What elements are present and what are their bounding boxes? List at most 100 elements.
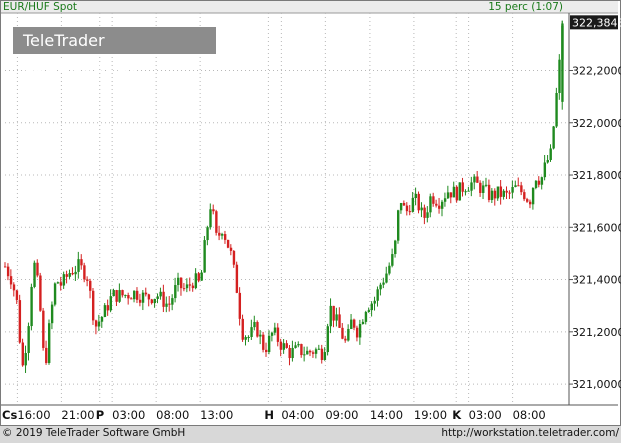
candle-body	[461, 182, 464, 192]
logo-text-regular: TeleTrader	[23, 31, 105, 50]
candle-body	[320, 348, 324, 360]
interval-label: 15 perc (1:07)	[488, 1, 563, 13]
candle-body	[344, 338, 347, 341]
x-tick-label: 09:00	[325, 408, 358, 422]
candle-body	[306, 350, 309, 355]
candle-body	[446, 192, 450, 199]
candle-body	[33, 262, 36, 287]
candle-body	[297, 344, 300, 346]
candle-body	[118, 290, 121, 302]
candle-body	[496, 186, 500, 199]
candle-body	[417, 193, 420, 211]
candle-body	[388, 265, 391, 274]
candle-body	[531, 187, 535, 205]
candle-body	[185, 284, 189, 289]
candle-body	[191, 285, 195, 289]
candle-body	[435, 203, 438, 206]
candle-body	[262, 334, 265, 350]
candle-body	[56, 282, 60, 284]
candle-body	[106, 305, 110, 311]
candle-body	[285, 343, 288, 348]
candle-body	[526, 199, 529, 202]
candle-body	[45, 347, 48, 363]
candle-body	[332, 305, 335, 321]
candle-body	[133, 290, 136, 300]
candle-body	[162, 291, 165, 307]
candle-body	[182, 288, 186, 290]
candle-body	[438, 205, 441, 209]
candle-body	[53, 283, 57, 305]
candle-body	[59, 282, 63, 286]
x-tick-label: 03:00	[112, 408, 145, 422]
candle-body	[429, 196, 432, 213]
y-tick-label: 321,0000	[572, 378, 621, 391]
x-tick-label: 03:00	[469, 408, 502, 422]
candle-body	[244, 337, 247, 340]
x-tick-label: 08:00	[156, 408, 189, 422]
x-tick-label: 21:00	[61, 408, 94, 422]
candle-body	[97, 321, 101, 327]
candle-body	[376, 289, 379, 301]
candle-body	[153, 298, 156, 304]
candle-body	[394, 240, 397, 255]
candle-body	[543, 162, 547, 178]
candle-body	[21, 342, 24, 366]
candle-body	[235, 264, 239, 293]
candle-body	[124, 295, 127, 297]
candle-body	[200, 272, 203, 281]
candle-body	[168, 303, 171, 305]
candle-body	[405, 205, 409, 212]
candle-body	[112, 290, 115, 297]
candle-body	[36, 262, 39, 276]
candle-body	[232, 250, 236, 265]
candle-body	[279, 341, 283, 350]
y-tick-label: 321,6000	[572, 221, 621, 234]
candle-body	[127, 295, 130, 299]
candle-body	[226, 239, 230, 248]
candle-body	[147, 294, 151, 300]
candle-body	[353, 319, 356, 328]
candle-body	[338, 314, 341, 328]
candle-body	[39, 275, 42, 311]
candle-body	[361, 321, 365, 324]
candle-body	[373, 300, 376, 304]
candle-body	[273, 327, 277, 333]
candle-body	[253, 322, 256, 328]
candle-body	[30, 286, 33, 327]
candle-body	[514, 185, 517, 187]
candle-body	[379, 284, 382, 290]
candle-body	[420, 207, 423, 211]
candle-body	[282, 343, 286, 350]
candle-body	[144, 292, 148, 295]
candle-body	[177, 277, 180, 286]
candle-body	[159, 291, 162, 297]
candle-body	[256, 322, 259, 337]
candle-body	[473, 176, 476, 183]
candle-body	[206, 227, 209, 241]
candle-body	[179, 277, 183, 289]
x-tick-label: H	[264, 408, 274, 422]
candle-body	[508, 192, 511, 194]
candle-body	[367, 310, 371, 312]
candle-body	[470, 182, 473, 191]
candle-body	[502, 190, 505, 197]
x-tick-label: P	[96, 408, 104, 422]
candle-body	[65, 274, 68, 277]
candle-body	[311, 352, 315, 354]
candle-body	[484, 184, 488, 186]
footer-url[interactable]: http://workstation.teletrader.com/	[441, 427, 619, 439]
candle-body	[270, 332, 274, 336]
candle-body	[150, 299, 154, 304]
candle-body	[109, 296, 112, 311]
candle-body	[464, 191, 467, 193]
candle-body	[382, 282, 385, 285]
candle-body	[423, 207, 426, 218]
candle-body	[276, 327, 280, 342]
candle-body	[18, 300, 22, 343]
candle-body	[89, 280, 92, 291]
x-tick-label: Cs	[2, 408, 17, 422]
candle-body	[100, 316, 104, 322]
candle-body	[458, 182, 461, 201]
x-tick-label: 14:00	[370, 408, 403, 422]
candle-body	[115, 290, 118, 302]
